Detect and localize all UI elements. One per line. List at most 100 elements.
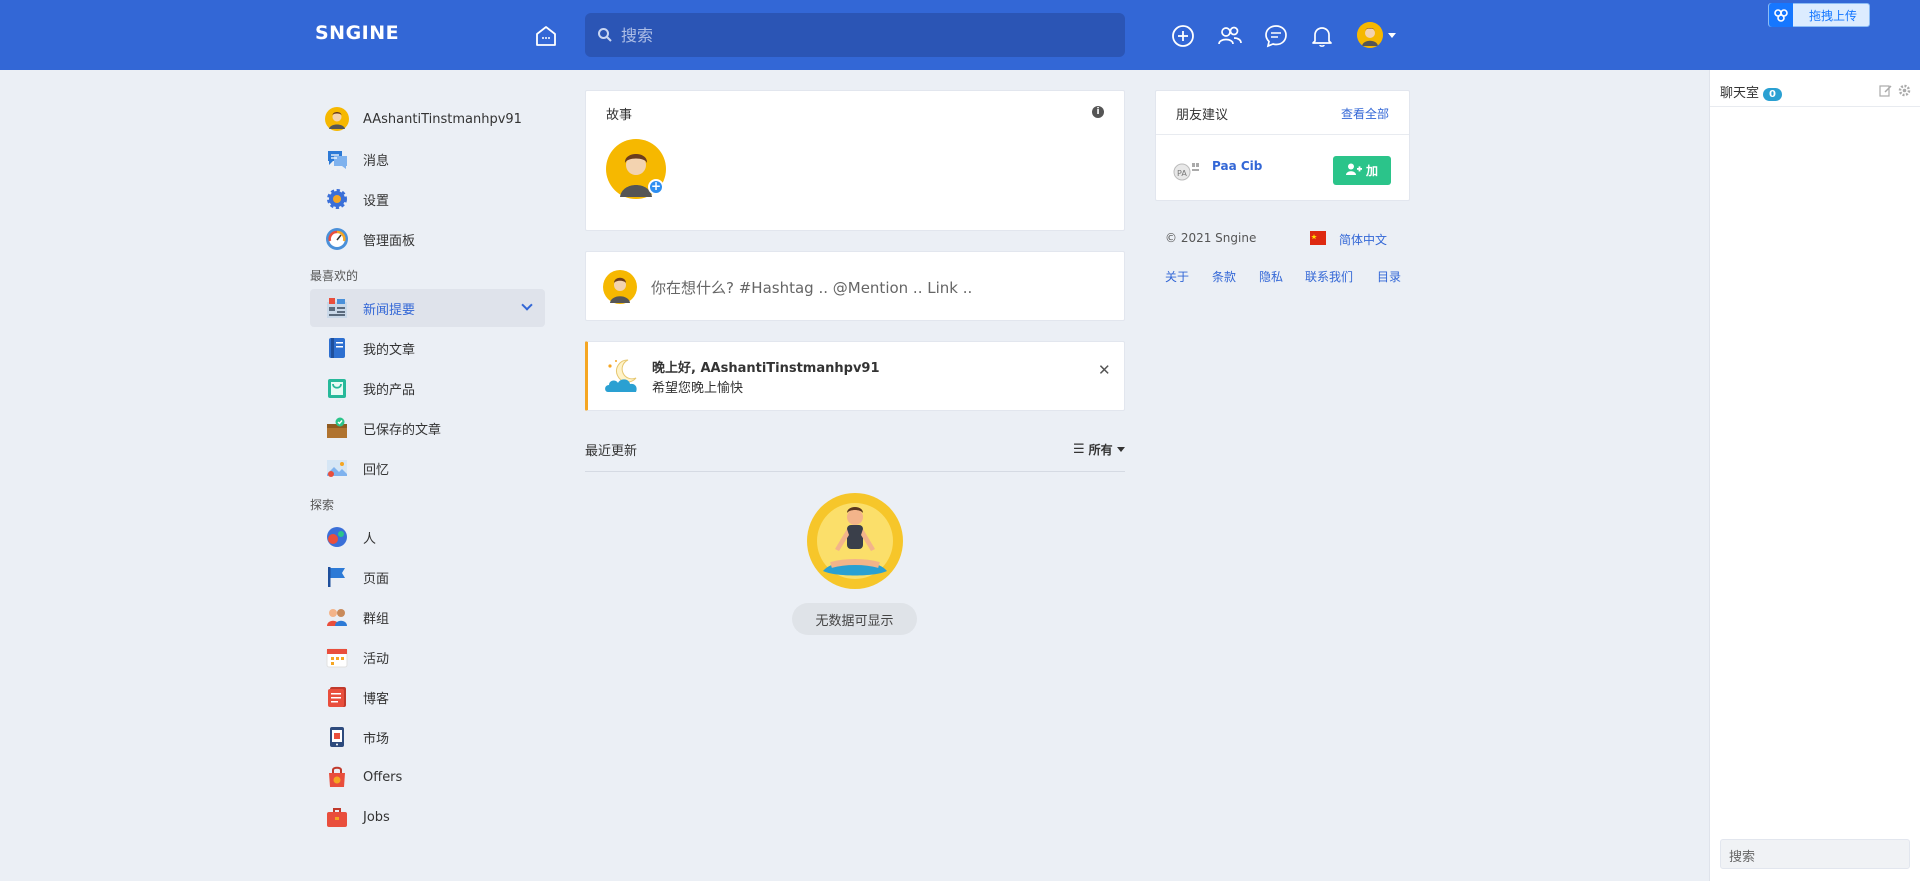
stories-title: 故事 bbox=[606, 108, 633, 123]
moon-cloud-icon bbox=[602, 356, 644, 398]
friend-requests-icon[interactable] bbox=[1217, 23, 1243, 49]
composer-placeholder[interactable]: 你在想什么? #Hashtag .. @Mention .. Link .. bbox=[651, 277, 972, 298]
settings-icon bbox=[325, 187, 349, 211]
greeting-title: 晚上好, AAshantiTinstmanhpv91 bbox=[652, 361, 880, 376]
suggested-user-avatar[interactable]: PA bbox=[1172, 159, 1202, 183]
feed-filter-label: 所有 bbox=[1088, 443, 1113, 457]
footer-link-about[interactable]: 关于 bbox=[1165, 268, 1189, 285]
sidebar-item-market[interactable]: 市场 bbox=[310, 718, 545, 756]
chevron-down-icon[interactable] bbox=[1388, 33, 1396, 38]
sidebar-item-events[interactable]: 活动 bbox=[310, 638, 545, 676]
sidebar-item-messages[interactable]: 消息 bbox=[310, 140, 545, 178]
online-count-badge: 0 bbox=[1763, 88, 1782, 101]
messages-icon bbox=[325, 147, 349, 171]
chat-search-input[interactable]: 搜索 bbox=[1720, 839, 1910, 869]
sidebar-item-admin[interactable]: 管理面板 bbox=[310, 220, 545, 258]
sidebar-item-label: 新闻提要 bbox=[363, 302, 416, 318]
offers-icon bbox=[325, 765, 349, 789]
memories-icon bbox=[325, 456, 349, 480]
sidebar-item-my-articles[interactable]: 我的文章 bbox=[310, 329, 545, 367]
search-input[interactable] bbox=[621, 25, 1101, 45]
composer-avatar bbox=[603, 270, 637, 304]
admin-dashboard-icon bbox=[325, 227, 349, 251]
chevron-down-icon bbox=[1116, 447, 1125, 452]
add-friend-label: 加 bbox=[1365, 164, 1378, 178]
sidebar-item-label: 人 bbox=[363, 531, 377, 547]
people-icon bbox=[325, 525, 349, 549]
market-icon bbox=[325, 725, 349, 749]
messages-nav-icon[interactable] bbox=[1263, 23, 1289, 49]
sidebar-item-label: 页面 bbox=[363, 571, 390, 587]
sidebar-item-label: 我的产品 bbox=[363, 382, 416, 398]
footer-link-terms[interactable]: 条款 bbox=[1212, 268, 1236, 285]
info-icon[interactable]: i bbox=[1092, 106, 1104, 118]
sidebar-item-label: 博客 bbox=[363, 691, 390, 707]
meditation-illustration bbox=[805, 491, 905, 591]
upload-widget[interactable]: 拖拽上传 bbox=[1768, 3, 1870, 27]
blogs-icon bbox=[325, 685, 349, 709]
footer-link-privacy[interactable]: 隐私 bbox=[1259, 268, 1283, 285]
search-icon bbox=[597, 27, 613, 43]
copyright-text: © 2021 Sngine bbox=[1165, 231, 1257, 245]
china-flag-icon bbox=[1310, 231, 1326, 245]
feed-filter-dropdown[interactable]: ☰ 所有 bbox=[1073, 441, 1125, 458]
close-icon[interactable]: ✕ bbox=[1098, 361, 1111, 379]
upload-label: 拖拽上传 bbox=[1809, 8, 1858, 23]
sidebar-item-label: Jobs bbox=[363, 809, 390, 825]
articles-icon bbox=[325, 336, 349, 360]
jobs-icon bbox=[325, 805, 349, 829]
chat-header: 聊天室 0 bbox=[1720, 82, 1782, 101]
home-icon[interactable] bbox=[533, 23, 559, 49]
search-bar[interactable] bbox=[585, 13, 1125, 57]
notifications-bell-icon[interactable] bbox=[1309, 23, 1335, 49]
newsfeed-icon bbox=[325, 296, 349, 320]
groups-icon bbox=[325, 605, 349, 629]
site-logo[interactable]: SNGINE bbox=[315, 22, 399, 44]
chat-sidebar: 聊天室 0 搜索 bbox=[1709, 70, 1920, 881]
sidebar-item-pages[interactable]: 页面 bbox=[310, 558, 545, 596]
sidebar-item-people[interactable]: 人 bbox=[310, 518, 545, 556]
list-icon: ☰ bbox=[1073, 442, 1085, 457]
sidebar-item-label: 活动 bbox=[363, 651, 390, 667]
suggested-user-name[interactable]: Paa Cib bbox=[1212, 159, 1262, 173]
sidebar-item-blogs[interactable]: 博客 bbox=[310, 678, 545, 716]
gear-icon[interactable] bbox=[1898, 82, 1911, 97]
greeting-card: 晚上好, AAshantiTinstmanhpv91 希望您晚上愉快 ✕ bbox=[585, 341, 1125, 411]
sidebar-user-name: AAshantiTinstmanhpv91 bbox=[363, 111, 522, 127]
sidebar-item-label: 设置 bbox=[363, 193, 390, 209]
footer-link-directory[interactable]: 目录 bbox=[1377, 268, 1401, 285]
sidebar-item-groups[interactable]: 群组 bbox=[310, 598, 545, 636]
add-friend-button[interactable]: 加 bbox=[1333, 156, 1391, 185]
sidebar-item-offers[interactable]: Offers bbox=[310, 758, 545, 796]
sidebar-item-newsfeed[interactable]: 新闻提要 bbox=[310, 289, 545, 327]
see-all-link[interactable]: 查看全部 bbox=[1341, 105, 1389, 122]
divider bbox=[585, 471, 1125, 472]
add-story-button[interactable]: + bbox=[606, 139, 666, 199]
sidebar-item-memories[interactable]: 回忆 bbox=[310, 449, 545, 487]
pages-icon bbox=[325, 565, 349, 589]
user-avatar-menu[interactable] bbox=[1357, 22, 1383, 48]
language-selector[interactable]: 简体中文 bbox=[1339, 231, 1387, 248]
user-avatar-icon bbox=[325, 107, 349, 131]
chevron-down-icon[interactable] bbox=[521, 299, 533, 311]
sidebar-item-settings[interactable]: 设置 bbox=[310, 180, 545, 218]
edit-icon[interactable] bbox=[1879, 82, 1892, 97]
svg-text:PA: PA bbox=[1177, 169, 1187, 178]
footer-link-contact[interactable]: 联系我们 bbox=[1305, 268, 1353, 285]
explore-section-title: 探索 bbox=[310, 498, 335, 512]
sidebar-item-profile[interactable]: AAshantiTinstmanhpv91 bbox=[310, 100, 545, 138]
create-icon[interactable] bbox=[1170, 23, 1196, 49]
saved-icon bbox=[325, 416, 349, 440]
sidebar-item-label: 群组 bbox=[363, 611, 390, 627]
divider bbox=[1710, 106, 1920, 107]
top-navbar: SNGINE bbox=[0, 0, 1920, 70]
sidebar-item-label: 回忆 bbox=[363, 462, 390, 478]
sidebar-item-my-products[interactable]: 我的产品 bbox=[310, 369, 545, 407]
favorites-section-title: 最喜欢的 bbox=[310, 269, 359, 283]
sidebar-item-saved[interactable]: 已保存的文章 bbox=[310, 409, 545, 447]
post-composer[interactable]: 你在想什么? #Hashtag .. @Mention .. Link .. bbox=[585, 251, 1125, 321]
sidebar-item-label: 管理面板 bbox=[363, 233, 416, 249]
sidebar-item-jobs[interactable]: Jobs bbox=[310, 798, 545, 836]
sidebar-item-label: 市场 bbox=[363, 731, 390, 747]
sidebar-item-label: 消息 bbox=[363, 153, 390, 169]
